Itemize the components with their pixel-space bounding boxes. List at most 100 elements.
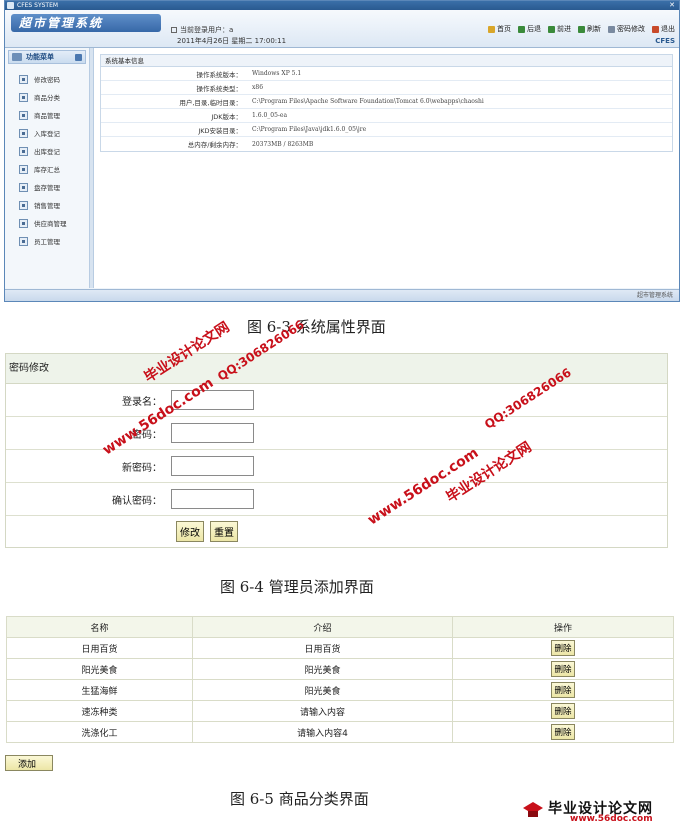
info-key: 用户,目录,临时目录：	[179, 98, 242, 107]
toolbar-label: 退出	[661, 25, 675, 33]
info-value: x86	[252, 84, 264, 91]
reset-button[interactable]: 重置	[210, 520, 238, 542]
sidebar-item-label: 入库登记	[34, 130, 60, 138]
column-header-desc: 介绍	[192, 616, 453, 638]
app-logo-icon	[7, 2, 14, 9]
field-label: 新密码：	[122, 462, 162, 474]
add-category-button[interactable]: 添加	[5, 755, 53, 771]
category-list: 名称 介绍 操作 日用百货 日用百货 删除 阳光美食 阳光美食 删除 生猛海鲜 …	[5, 616, 674, 743]
toolbar-label: 前进	[557, 25, 571, 33]
info-value: C:\Program Files\Java\jdk1.6.0_05\jre	[252, 126, 367, 133]
sidebar-item-label: 修改密码	[34, 76, 60, 84]
submit-button[interactable]: 修改	[176, 520, 204, 542]
figure-caption-6-4: 图 6-4 管理员添加界面	[220, 578, 374, 596]
toolbar-label: 密码修改	[617, 25, 645, 33]
cell-name: 速冻种类	[5, 700, 194, 722]
refresh-icon	[578, 25, 585, 33]
sidebar-item-sales[interactable]: 销售管理	[5, 196, 89, 214]
window-titlebar: CFES SYSTEM ✕	[5, 1, 679, 10]
menu-icon	[12, 53, 22, 61]
sidebar-menu-header[interactable]: 功能菜单	[8, 50, 86, 64]
info-row: 操作系统版本： Windows XP 5.1	[101, 67, 672, 81]
cell-desc: 请输入内容4	[192, 721, 453, 743]
collapse-icon[interactable]	[75, 54, 82, 61]
column-header-name: 名称	[5, 616, 194, 638]
menu-item-icon	[19, 128, 28, 138]
toolbar-password-button[interactable]: 密码修改	[608, 24, 645, 34]
sidebar-item-staff[interactable]: 员工管理	[5, 232, 89, 250]
cell-action: 删除	[452, 679, 674, 701]
password-input[interactable]	[171, 423, 254, 443]
sidebar-item-change-password[interactable]: 修改密码	[5, 70, 89, 88]
info-row: 操作系统类型： x86	[101, 81, 672, 95]
toolbar-forward-button[interactable]: 前进	[548, 24, 571, 34]
info-row: 用户,目录,临时目录： C:\Program Files\Apache Softw…	[101, 95, 672, 109]
toolbar-label: 首页	[497, 25, 511, 33]
panel-title: 系统基本信息	[101, 55, 672, 67]
info-key: 总内存/剩余内存：	[187, 141, 242, 149]
form-buttons: 修改 重置	[6, 516, 667, 546]
info-row: 总内存/剩余内存： 20373MB / 8263MB	[101, 137, 672, 151]
table-row: 日用百货 日用百货 删除	[5, 637, 674, 659]
category-table: 名称 介绍 操作 日用百货 日用百货 删除 阳光美食 阳光美食 删除 生猛海鲜 …	[5, 616, 674, 743]
sidebar-item-label: 出库登记	[34, 148, 60, 156]
info-value: Windows XP 5.1	[252, 70, 302, 77]
current-datetime: 2011年4月26日 星期二 17:00:11	[177, 37, 287, 45]
cell-action: 删除	[452, 700, 674, 722]
sidebar-item-label: 盘存管理	[34, 184, 60, 192]
info-key: 操作系统类型：	[196, 84, 243, 93]
current-user: 当前登录用户：a	[171, 25, 233, 35]
delete-button[interactable]: 删除	[551, 682, 575, 698]
sidebar-item-suppliers[interactable]: 供应商管理	[5, 214, 89, 232]
sidebar-item-stock-in[interactable]: 入库登记	[5, 124, 89, 142]
cell-name: 洗涤化工	[5, 721, 194, 743]
cell-name: 阳光美食	[5, 658, 194, 680]
menu-item-icon	[19, 182, 28, 192]
delete-button[interactable]: 删除	[551, 724, 575, 740]
info-value: 1.6.0_05-ea	[252, 112, 288, 119]
toolbar-back-button[interactable]: 后退	[518, 24, 541, 34]
home-icon	[488, 25, 495, 33]
sidebar-item-stock-out[interactable]: 出库登记	[5, 142, 89, 160]
cell-desc: 请输入内容	[192, 700, 453, 722]
current-user-text: 当前登录用户：a	[180, 26, 234, 34]
top-toolbar: 首页 后退 前进 刷新 密码修改 退出	[488, 24, 675, 34]
confirm-password-input[interactable]	[171, 489, 254, 509]
toolbar-exit-button[interactable]: 退出	[652, 24, 675, 34]
close-icon[interactable]: ✕	[669, 1, 675, 10]
table-row: 速冻种类 请输入内容 删除	[5, 700, 674, 722]
menu-item-icon	[19, 200, 28, 210]
info-value: C:\Program Files\Apache Software Foundat…	[252, 98, 484, 105]
sidebar-item-inventory-summary[interactable]: 库存汇总	[5, 160, 89, 178]
sidebar-item-products[interactable]: 商品管理	[5, 106, 89, 124]
window-title: CFES SYSTEM	[17, 2, 59, 9]
field-label: 确认密码：	[112, 495, 162, 507]
toolbar-home-button[interactable]: 首页	[488, 24, 511, 34]
cell-action: 删除	[452, 637, 674, 659]
info-key: JKD安装目录：	[198, 126, 242, 135]
table-row: 阳光美食 阳光美食 删除	[5, 658, 674, 680]
info-row: JKD安装目录： C:\Program Files\Java\jdk1.6.0_0…	[101, 123, 672, 137]
delete-button[interactable]: 删除	[551, 703, 575, 719]
sidebar: 功能菜单 修改密码 商品分类 商品管理 入库登记 出库登记 库存汇总 盘存管理 …	[5, 48, 90, 288]
menu-item-icon	[19, 164, 28, 174]
site-logo: 毕业设计论文网 www.56doc.com	[520, 796, 680, 826]
delete-button[interactable]: 删除	[551, 661, 575, 677]
delete-button[interactable]: 删除	[551, 640, 575, 656]
cfes-label: CFES	[655, 37, 675, 45]
figure-caption-6-5: 图 6-5 商品分类界面	[230, 790, 369, 808]
toolbar-refresh-button[interactable]: 刷新	[578, 24, 601, 34]
sidebar-item-categories[interactable]: 商品分类	[5, 88, 89, 106]
sidebar-item-label: 销售管理	[34, 202, 60, 210]
logo-url: www.56doc.com	[570, 814, 653, 824]
table-header-row: 名称 介绍 操作	[5, 616, 674, 638]
sidebar-item-stocktake[interactable]: 盘存管理	[5, 178, 89, 196]
cell-name: 生猛海鲜	[5, 679, 194, 701]
info-key: 操作系统版本：	[196, 70, 243, 79]
sidebar-item-label: 供应商管理	[34, 220, 67, 228]
new-password-input[interactable]	[171, 456, 254, 476]
info-value: 20373MB / 8263MB	[252, 140, 314, 148]
toolbar-label: 后退	[527, 25, 541, 33]
sidebar-item-label: 商品分类	[34, 94, 60, 102]
sidebar-item-label: 员工管理	[34, 238, 60, 246]
